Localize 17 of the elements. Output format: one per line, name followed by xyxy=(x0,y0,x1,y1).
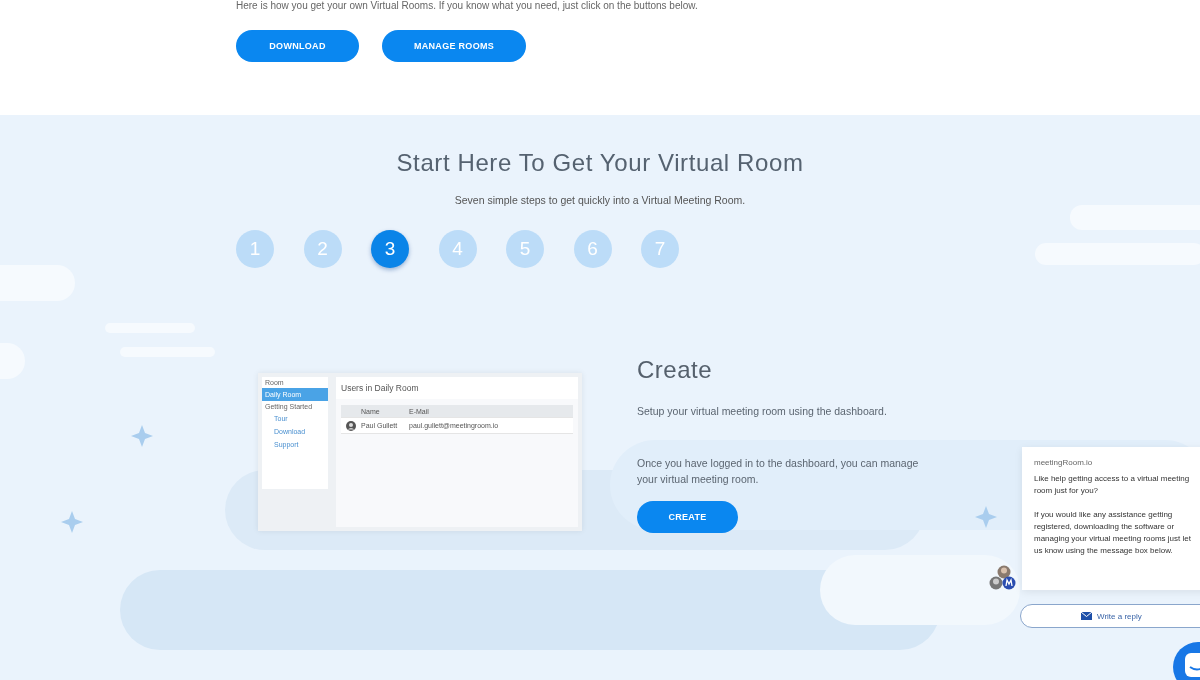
write-reply-button[interactable]: Write a reply xyxy=(1020,604,1200,628)
chat-message: Like help getting access to a virtual meeting room just for you? xyxy=(1034,473,1191,497)
panel-title: Users in Daily Room xyxy=(336,377,578,399)
step-button[interactable]: 3 xyxy=(371,230,409,268)
chat-message: If you would like any assistance getting registered, downloading the software or managing your virtual meeting rooms just let us know using the message box below. xyxy=(1034,509,1192,557)
cta-button[interactable]: DOWNLOAD xyxy=(236,30,359,62)
intro-text: Here is how you get your own Virtual Rooms. If you know what you need, just click on the buttons below. xyxy=(236,0,699,12)
team-avatars-icon xyxy=(989,565,1017,591)
envelope-icon xyxy=(1081,612,1092,620)
chat-sender: meetingRoom.io xyxy=(1034,457,1094,469)
cta-button[interactable]: MANAGE ROOMS xyxy=(382,30,526,62)
step-description: Setup your virtual meeting room using the dashboard. xyxy=(637,404,888,419)
section-title: Start Here To Get Your Virtual Room xyxy=(395,148,805,177)
create-button[interactable]: CREATE xyxy=(637,501,738,533)
step-description: Once you have logged in to the dashboard, you can manage your virtual meeting room. xyxy=(637,456,920,487)
section-subtitle: Seven simple steps to get quickly into a Virtual Meeting Room. xyxy=(453,194,747,206)
step-heading: Create xyxy=(637,356,714,384)
